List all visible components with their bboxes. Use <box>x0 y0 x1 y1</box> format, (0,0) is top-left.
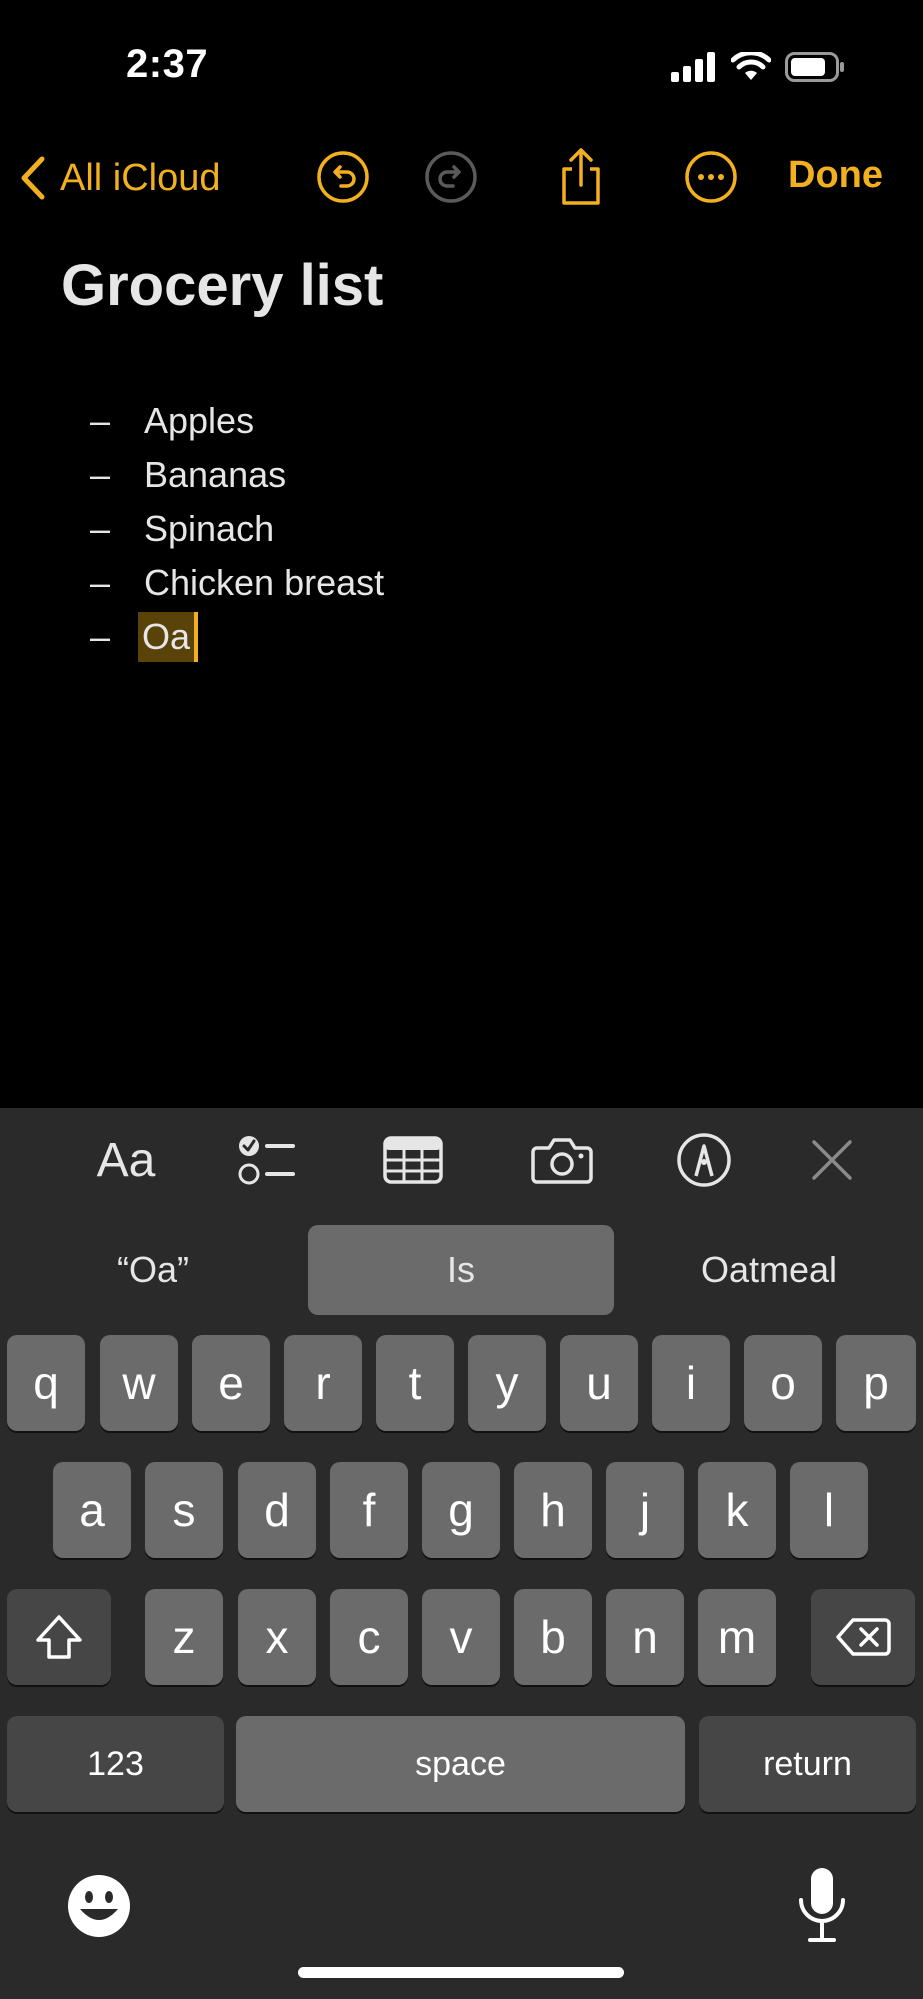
table-icon <box>383 1136 443 1184</box>
shift-arrow-icon <box>36 1615 82 1659</box>
note-list[interactable]: – Apples – Bananas – Spinach – Chicken b… <box>90 394 384 664</box>
key-g[interactable]: g <box>422 1462 500 1558</box>
shift-key[interactable] <box>7 1589 111 1685</box>
back-button[interactable]: All iCloud <box>20 152 221 204</box>
suggestion-autocorrect[interactable]: Is <box>308 1225 614 1315</box>
key-p[interactable]: p <box>836 1335 916 1431</box>
home-indicator[interactable] <box>298 1967 624 1978</box>
camera-button[interactable] <box>530 1128 594 1192</box>
format-text-button[interactable]: Aa <box>88 1128 164 1192</box>
list-item-text: Chicken breast <box>144 562 385 603</box>
list-bullet: – <box>90 508 111 549</box>
key-q[interactable]: q <box>7 1335 85 1431</box>
suggestion-literal[interactable]: “Oa” <box>0 1225 306 1315</box>
list-item-current[interactable]: – Oa <box>90 610 384 664</box>
key-i[interactable]: i <box>652 1335 730 1431</box>
key-o[interactable]: o <box>744 1335 822 1431</box>
key-f[interactable]: f <box>330 1462 408 1558</box>
key-l[interactable]: l <box>790 1462 868 1558</box>
current-word-highlight[interactable]: Oa <box>138 612 199 662</box>
key-k[interactable]: k <box>698 1462 776 1558</box>
table-button[interactable] <box>382 1128 444 1192</box>
list-bullet: – <box>90 562 111 603</box>
key-m[interactable]: m <box>698 1589 776 1685</box>
key-a[interactable]: a <box>53 1462 131 1558</box>
markup-icon <box>677 1133 731 1187</box>
key-h[interactable]: h <box>514 1462 592 1558</box>
undo-button[interactable] <box>314 148 372 206</box>
list-item-text: Bananas <box>144 454 287 495</box>
close-toolbar-button[interactable] <box>808 1128 856 1192</box>
list-item[interactable]: – Apples <box>90 394 384 448</box>
key-x[interactable]: x <box>238 1589 316 1685</box>
key-e[interactable]: e <box>192 1335 270 1431</box>
numbers-key[interactable]: 123 <box>7 1716 224 1812</box>
list-bullet: – <box>90 400 111 441</box>
key-y[interactable]: y <box>468 1335 546 1431</box>
key-r[interactable]: r <box>284 1335 362 1431</box>
redo-icon <box>425 151 477 203</box>
dictation-button[interactable] <box>796 1866 848 1946</box>
key-w[interactable]: w <box>100 1335 178 1431</box>
cellular-signal-icon <box>671 52 715 82</box>
ellipsis-circle-icon <box>685 151 737 203</box>
key-v[interactable]: v <box>422 1589 500 1685</box>
list-bullet: – <box>90 616 111 657</box>
list-item[interactable]: – Chicken breast <box>90 556 384 610</box>
key-c[interactable]: c <box>330 1589 408 1685</box>
delete-backward-icon <box>836 1618 891 1656</box>
suggestion-word[interactable]: Oatmeal <box>616 1225 922 1315</box>
list-item-text: Apples <box>144 400 255 441</box>
key-t[interactable]: t <box>376 1335 454 1431</box>
battery-icon <box>785 52 844 82</box>
camera-icon <box>531 1138 593 1184</box>
share-icon <box>562 148 600 205</box>
status-icons <box>671 50 845 84</box>
key-s[interactable]: s <box>145 1462 223 1558</box>
key-j[interactable]: j <box>606 1462 684 1558</box>
status-time: 2:37 <box>126 42 209 86</box>
key-b[interactable]: b <box>514 1589 592 1685</box>
list-bullet: – <box>90 454 111 495</box>
list-item[interactable]: – Bananas <box>90 448 384 502</box>
undo-icon <box>317 151 369 203</box>
back-label: All iCloud <box>60 156 221 199</box>
close-icon <box>812 1140 852 1180</box>
checklist-icon <box>238 1136 295 1185</box>
checklist-button[interactable] <box>236 1128 298 1192</box>
key-d[interactable]: d <box>238 1462 316 1558</box>
emoji-icon <box>68 1875 130 1937</box>
space-key[interactable]: space <box>236 1716 685 1812</box>
chevron-left-icon <box>21 156 45 200</box>
wifi-icon <box>731 52 771 80</box>
key-u[interactable]: u <box>560 1335 638 1431</box>
microphone-icon <box>799 1868 845 1942</box>
note-title[interactable]: Grocery list <box>61 252 383 319</box>
delete-key[interactable] <box>811 1589 915 1685</box>
done-button[interactable]: Done <box>788 154 883 197</box>
emoji-button[interactable] <box>66 1873 132 1939</box>
list-item[interactable]: – Spinach <box>90 502 384 556</box>
markup-button[interactable] <box>674 1128 734 1192</box>
list-item-text: Spinach <box>144 508 275 549</box>
key-n[interactable]: n <box>606 1589 684 1685</box>
more-options-button[interactable] <box>682 148 740 206</box>
redo-button[interactable] <box>422 148 480 206</box>
return-key[interactable]: return <box>699 1716 916 1812</box>
share-button[interactable] <box>552 148 610 206</box>
key-z[interactable]: z <box>145 1589 223 1685</box>
